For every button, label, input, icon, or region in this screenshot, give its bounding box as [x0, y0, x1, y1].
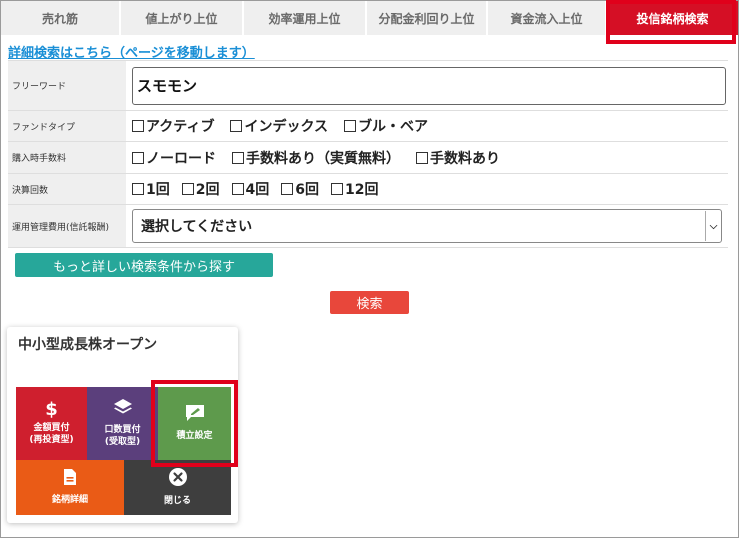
freeword-label: フリーワード — [8, 61, 126, 110]
buy-amount-button[interactable]: $ 金額買付 (再投資型) — [16, 387, 87, 460]
fee-label: 購入時手数料 — [8, 142, 126, 173]
freeword-input[interactable]: スモモン — [132, 66, 726, 105]
management-cost-row: 運用管理費用(信託報酬) 選択してください ⌵ — [8, 205, 728, 248]
fund-type-row: ファンドタイプ アクティブ インデックス ブル・ベア — [8, 111, 728, 142]
tab-efficient-management[interactable]: 効率運用上位 — [244, 1, 367, 35]
checkbox-settlement-1[interactable]: 1回 — [132, 179, 170, 199]
fund-type-label: ファンドタイプ — [8, 111, 126, 141]
checkbox-fee[interactable]: 手数料あり — [416, 148, 500, 168]
checkbox-settlement-6[interactable]: 6回 — [281, 179, 319, 199]
tab-bestsellers[interactable]: 売れ筋 — [1, 1, 121, 35]
document-icon — [63, 468, 77, 491]
fee-row: 購入時手数料 ノーロード 手数料あり（実質無料） 手数料あり — [8, 142, 728, 174]
management-cost-selected: 選択してください — [141, 219, 253, 235]
fund-card-title: 中小型成長株オープン — [18, 337, 158, 353]
close-circle-icon — [168, 467, 188, 492]
checkbox-fee-free-effective[interactable]: 手数料あり（実質無料） — [232, 148, 400, 168]
management-cost-label: 運用管理費用(信託報酬) — [8, 205, 126, 247]
chevron-down-icon: ⌵ — [705, 211, 721, 241]
checkbox-active[interactable]: アクティブ — [132, 116, 214, 136]
checkbox-settlement-2[interactable]: 2回 — [181, 179, 220, 199]
tab-dividend-yield[interactable]: 分配金利回り上位 — [367, 1, 488, 35]
checkbox-no-load[interactable]: ノーロード — [132, 148, 216, 168]
more-conditions-button[interactable]: もっと詳しい検索条件から探す — [15, 253, 273, 277]
close-card-button[interactable]: 閉じる — [124, 460, 231, 515]
settlement-row: 決算回数 1回 2回 4回 6回 12回 — [8, 174, 728, 205]
settlement-label: 決算回数 — [8, 174, 126, 204]
checkbox-bull-bear[interactable]: ブル・ベア — [344, 116, 428, 136]
layers-icon — [113, 398, 133, 421]
checkbox-settlement-4[interactable]: 4回 — [231, 179, 269, 199]
tab-price-gainers[interactable]: 値上がり上位 — [121, 1, 244, 35]
buy-units-button[interactable]: 口数買付 (受取型) — [87, 387, 158, 460]
freeword-row: フリーワード スモモン — [8, 60, 728, 111]
search-form: フリーワード スモモン ファンドタイプ アクティブ インデックス ブル・ベア 購… — [8, 60, 728, 248]
checkbox-index[interactable]: インデックス — [230, 116, 328, 136]
checkbox-settlement-12[interactable]: 12回 — [331, 179, 378, 199]
management-cost-select[interactable]: 選択してください ⌵ — [132, 209, 722, 243]
tab-fund-inflow[interactable]: 資金流入上位 — [488, 1, 607, 35]
search-button[interactable]: 検索 — [330, 291, 409, 314]
tab-bar: 売れ筋 値上がり上位 効率運用上位 分配金利回り上位 資金流入上位 投信銘柄検索 — [1, 1, 738, 35]
tab-fund-search[interactable]: 投信銘柄検索 — [607, 1, 738, 35]
reserve-setting-button[interactable]: 積立設定 — [158, 387, 231, 460]
detail-search-link[interactable]: 詳細検索はこちら（ページを移動します） — [8, 42, 255, 61]
edit-chat-icon — [184, 404, 206, 427]
fund-detail-button[interactable]: 銘柄詳細 — [16, 460, 124, 515]
dollar-icon: $ — [45, 398, 58, 420]
